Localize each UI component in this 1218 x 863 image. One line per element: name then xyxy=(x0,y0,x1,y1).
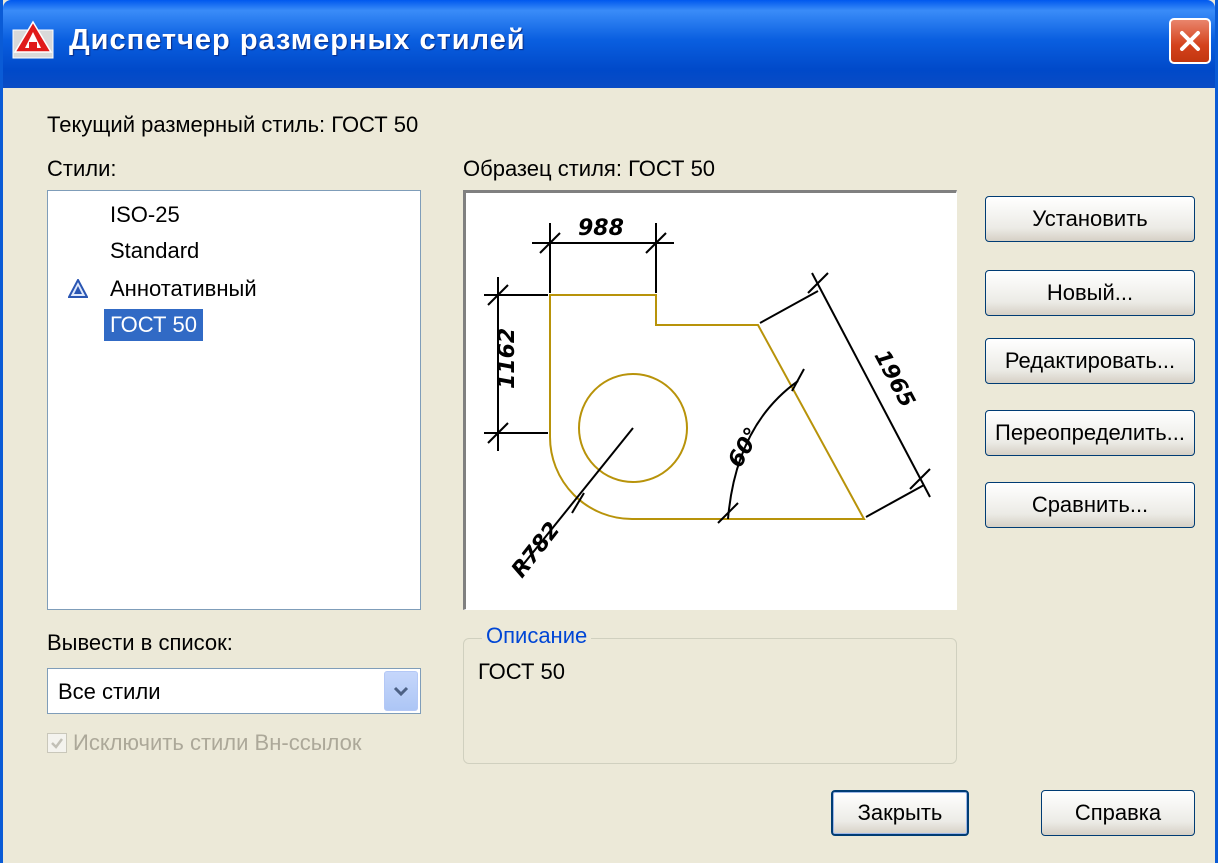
style-item-standard[interactable]: Standard xyxy=(104,235,205,267)
dim-angle-text: 60° xyxy=(724,423,766,472)
dropdown-toggle[interactable] xyxy=(384,671,418,711)
set-current-button[interactable]: Установить xyxy=(985,196,1195,242)
list-filter-label: Вывести в список: xyxy=(47,630,233,655)
close-icon xyxy=(1180,31,1200,51)
exclude-xref-row: Исключить стили Вн-ссылок xyxy=(47,728,361,758)
close-button[interactable]: Закрыть xyxy=(831,790,969,836)
checkmark-icon xyxy=(51,738,63,749)
override-style-button[interactable]: Переопределить... xyxy=(985,410,1195,456)
modify-style-button[interactable]: Редактировать... xyxy=(985,338,1195,384)
preview-drawing: 988 1162 1965 60° R782 xyxy=(484,216,931,583)
chevron-down-icon xyxy=(393,686,409,697)
style-item-annotative[interactable]: Аннотативный xyxy=(104,273,263,305)
list-filter-value: Все стили xyxy=(58,679,161,704)
style-item-iso25[interactable]: ISO-25 xyxy=(104,199,186,231)
description-text: ГОСТ 50 xyxy=(478,659,565,684)
preview-dimension-texts: 988 1162 1965 60° R782 xyxy=(495,216,920,583)
dim-slant-text: 1965 xyxy=(869,346,920,412)
title-bar[interactable]: Диспетчер размерных стилей xyxy=(3,0,1215,88)
styles-list[interactable]: ISO-25 Standard Аннотативный ГОСТ 50 xyxy=(47,190,421,610)
dim-radius-text: R782 xyxy=(507,518,565,583)
current-style-label: Текущий размерный стиль: ГОСТ 50 xyxy=(47,112,419,137)
dimension-style-manager-dialog: Диспетчер размерных стилей Текущий разме… xyxy=(0,0,1218,863)
exclude-xref-checkbox[interactable] xyxy=(47,733,67,753)
description-group: Описание ГОСТ 50 xyxy=(463,623,957,764)
styles-label: Стили: xyxy=(47,156,117,181)
exclude-xref-label: Исключить стили Вн-ссылок xyxy=(73,730,362,755)
style-item-gost50[interactable]: ГОСТ 50 xyxy=(104,309,203,341)
style-preview: 988 1162 1965 60° R782 xyxy=(463,190,957,610)
window-title: Диспетчер размерных стилей xyxy=(69,24,526,56)
help-button[interactable]: Справка xyxy=(1041,790,1195,836)
preview-label: Образец стиля: ГОСТ 50 xyxy=(463,156,716,181)
preview-geometry xyxy=(549,294,866,520)
autocad-app-icon xyxy=(12,20,54,59)
description-legend: Описание xyxy=(482,623,592,649)
list-filter-dropdown[interactable]: Все стили xyxy=(47,668,421,714)
dim-top-text: 988 xyxy=(578,216,624,241)
annotative-icon xyxy=(68,279,88,298)
close-window-button[interactable] xyxy=(1169,18,1211,64)
compare-styles-button[interactable]: Сравнить... xyxy=(985,482,1195,528)
new-style-button[interactable]: Новый... xyxy=(985,270,1195,316)
dim-left-text: 1162 xyxy=(495,328,520,389)
